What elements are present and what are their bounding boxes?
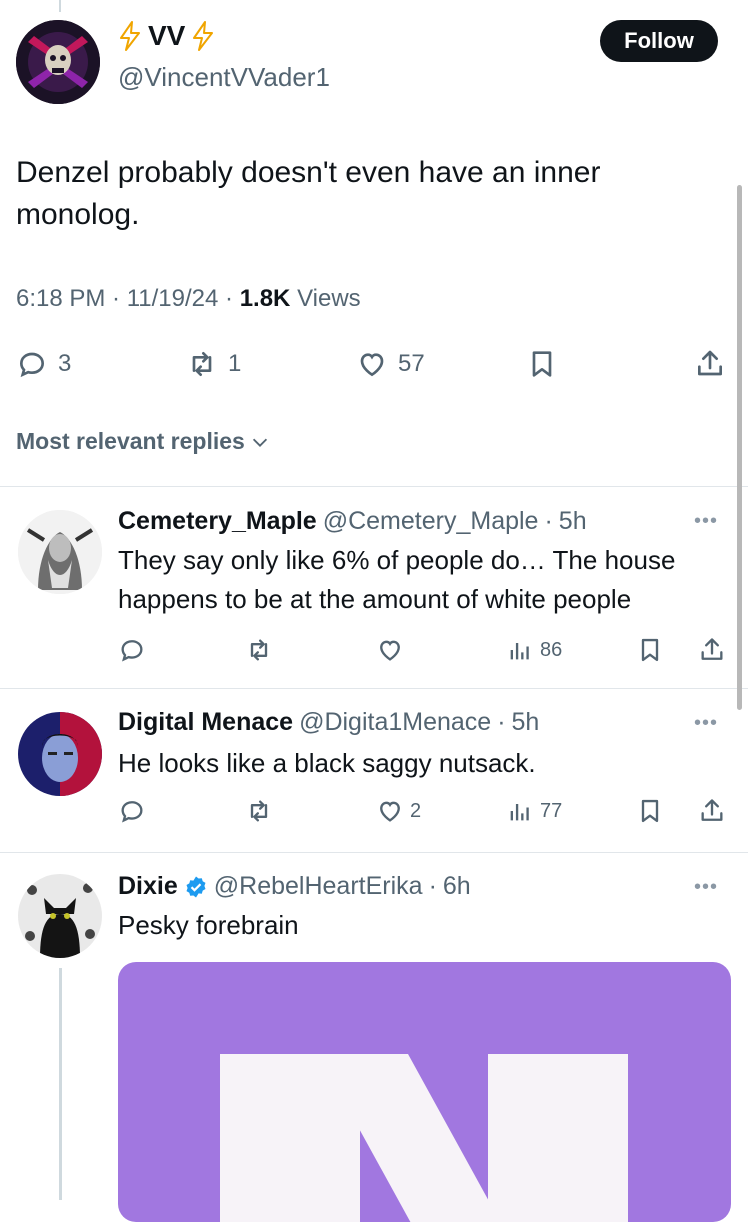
post-meta: 6:18 PM · 11/19/24 · 1.8K Views (16, 285, 361, 312)
like-count: 2 (410, 799, 422, 822)
reply-text: He looks like a black saggy nutsack. (118, 748, 536, 778)
reply-icon (121, 640, 143, 662)
bookmark-icon (532, 351, 552, 377)
reply-count: 3 (58, 350, 72, 377)
divider (0, 852, 748, 853)
reply-button[interactable] (118, 636, 146, 664)
repost-icon (250, 800, 268, 822)
reply-handle[interactable]: @Digita1Menace (299, 708, 491, 737)
reply-handle[interactable]: @Cemetery_Maple (323, 507, 539, 536)
more-icon[interactable]: ••• (694, 712, 718, 735)
share-icon (698, 350, 722, 376)
reply-age[interactable]: 5h (559, 507, 587, 536)
author-handle[interactable]: @VincentVVader1 (118, 62, 330, 93)
reply-display-name[interactable]: Cemetery_Maple (118, 507, 317, 536)
views-button[interactable]: 77 (506, 797, 562, 825)
reply-age[interactable]: 5h (512, 708, 540, 737)
bookmark-button[interactable] (636, 797, 664, 825)
reply-avatar[interactable] (18, 874, 102, 958)
like-button[interactable]: 2 (376, 797, 421, 825)
repost-button[interactable] (245, 797, 273, 825)
lightning-icon (193, 21, 214, 51)
like-button[interactable]: 57 (356, 348, 425, 380)
like-icon (380, 640, 400, 661)
reply-header: Dixie @RebelHeartErika · 6h (118, 872, 471, 901)
reply-header: Cemetery_Maple @Cemetery_Maple · 5h (118, 507, 587, 536)
scrollbar[interactable] (737, 185, 742, 710)
reply-age[interactable]: 6h (443, 872, 471, 901)
repost-button[interactable]: 1 (186, 348, 241, 380)
reply-display-name[interactable]: Digital Menace (118, 708, 293, 737)
reply-icon (19, 352, 45, 378)
views-count: 1.8K (239, 285, 291, 312)
bookmark-button[interactable] (526, 348, 558, 380)
reply-button[interactable]: 3 (16, 348, 71, 380)
reply-display-name[interactable]: Dixie (118, 872, 178, 901)
author-name-text: VV (148, 20, 186, 51)
reply-avatar[interactable] (18, 712, 102, 796)
views-label: Views (297, 285, 361, 312)
replies-sort-label: Most relevant replies (16, 428, 245, 454)
reply-avatar[interactable] (18, 510, 102, 594)
post-time[interactable]: 6:18 PM (16, 285, 105, 312)
repost-button[interactable] (245, 636, 273, 664)
reply-media-image[interactable] (118, 962, 731, 1222)
repost-icon (250, 639, 268, 661)
post-text: Denzel probably doesn't even have an inn… (16, 156, 601, 231)
repost-count: 1 (228, 350, 242, 377)
chevron-down-icon (252, 438, 267, 447)
views-button[interactable]: 86 (506, 636, 562, 664)
replies-sort-dropdown[interactable]: Most relevant replies (16, 428, 271, 455)
reply-button[interactable] (118, 797, 146, 825)
more-icon[interactable]: ••• (694, 510, 718, 533)
reply-icon (121, 801, 143, 823)
like-icon (360, 353, 384, 377)
like-icon (380, 801, 400, 822)
reply-text: Pesky forebrain (118, 910, 299, 940)
like-button[interactable] (376, 636, 410, 664)
reply-text: They say only like 6% of people do… The … (118, 545, 676, 614)
author-avatar[interactable] (16, 20, 100, 104)
share-icon (701, 799, 723, 821)
thread-connector-top (59, 0, 61, 12)
thread-connector (59, 968, 62, 1200)
repost-icon (192, 352, 212, 376)
views-icon (510, 804, 529, 821)
follow-button[interactable]: Follow (600, 20, 718, 62)
share-button[interactable] (698, 636, 726, 664)
author-display-name[interactable]: VV (118, 20, 215, 52)
share-button[interactable] (698, 797, 726, 825)
verified-badge-icon (186, 876, 206, 897)
share-icon (701, 638, 723, 660)
lightning-icon (120, 21, 140, 51)
divider (0, 688, 748, 689)
bookmark-icon (641, 638, 659, 662)
views-count: 77 (540, 799, 563, 822)
post-date[interactable]: 11/19/24 (127, 285, 219, 312)
bookmark-icon (641, 799, 659, 823)
more-icon[interactable]: ••• (694, 876, 718, 899)
views-icon (510, 643, 529, 660)
views-count: 86 (540, 638, 563, 661)
share-button[interactable] (694, 348, 726, 380)
reply-header: Digital Menace @Digita1Menace · 5h (118, 708, 540, 737)
reply-handle[interactable]: @RebelHeartErika (214, 872, 423, 901)
bookmark-button[interactable] (636, 636, 664, 664)
like-count: 57 (398, 350, 425, 377)
divider (0, 486, 748, 487)
